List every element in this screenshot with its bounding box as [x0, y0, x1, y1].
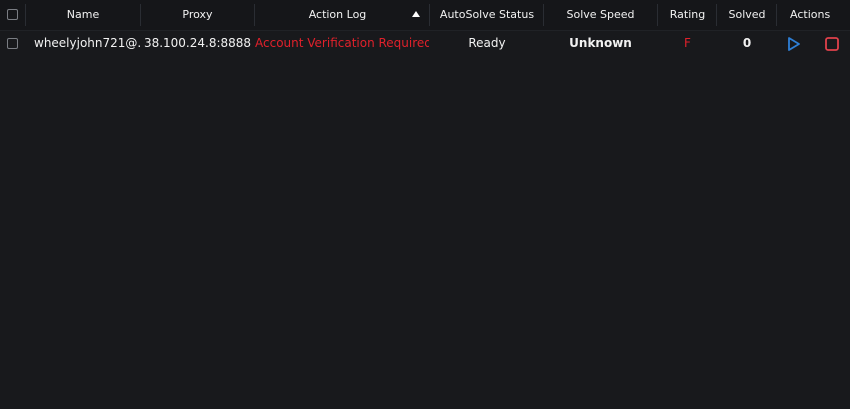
row-action-log: Account Verification Required [255, 36, 429, 50]
row-solved: 0 [742, 36, 752, 50]
accounts-table: Name Proxy Action Log AutoSolve Status S… [0, 0, 850, 409]
row-select-checkbox[interactable] [7, 38, 18, 49]
column-header-action-log[interactable]: Action Log [255, 0, 420, 30]
column-header-rating[interactable]: Rating [658, 0, 717, 30]
column-header-autosolve-status[interactable]: AutoSolve Status [430, 0, 544, 30]
select-all-checkbox[interactable] [7, 9, 18, 20]
column-header-solved[interactable]: Solved [717, 0, 777, 30]
row-name: wheelyjohn721@... [34, 36, 140, 50]
row-proxy: 38.100.24.8:8888 [143, 36, 252, 50]
column-header-actions: Actions [790, 8, 831, 21]
row-autosolve-status: Ready [468, 36, 506, 50]
table-row[interactable]: wheelyjohn721@... 38.100.24.8:8888 Accou… [0, 30, 850, 57]
column-separator [776, 4, 777, 26]
sort-ascending-icon[interactable] [412, 11, 420, 17]
column-header-proxy[interactable]: Proxy [141, 0, 254, 30]
column-header-name[interactable]: Name [26, 0, 140, 30]
row-rating: F [684, 36, 691, 50]
play-icon[interactable] [786, 36, 802, 52]
column-header-solve-speed[interactable]: Solve Speed [544, 0, 657, 30]
stop-icon[interactable] [824, 36, 840, 52]
table-header: Name Proxy Action Log AutoSolve Status S… [0, 0, 850, 31]
row-solve-speed: Unknown [569, 36, 632, 50]
